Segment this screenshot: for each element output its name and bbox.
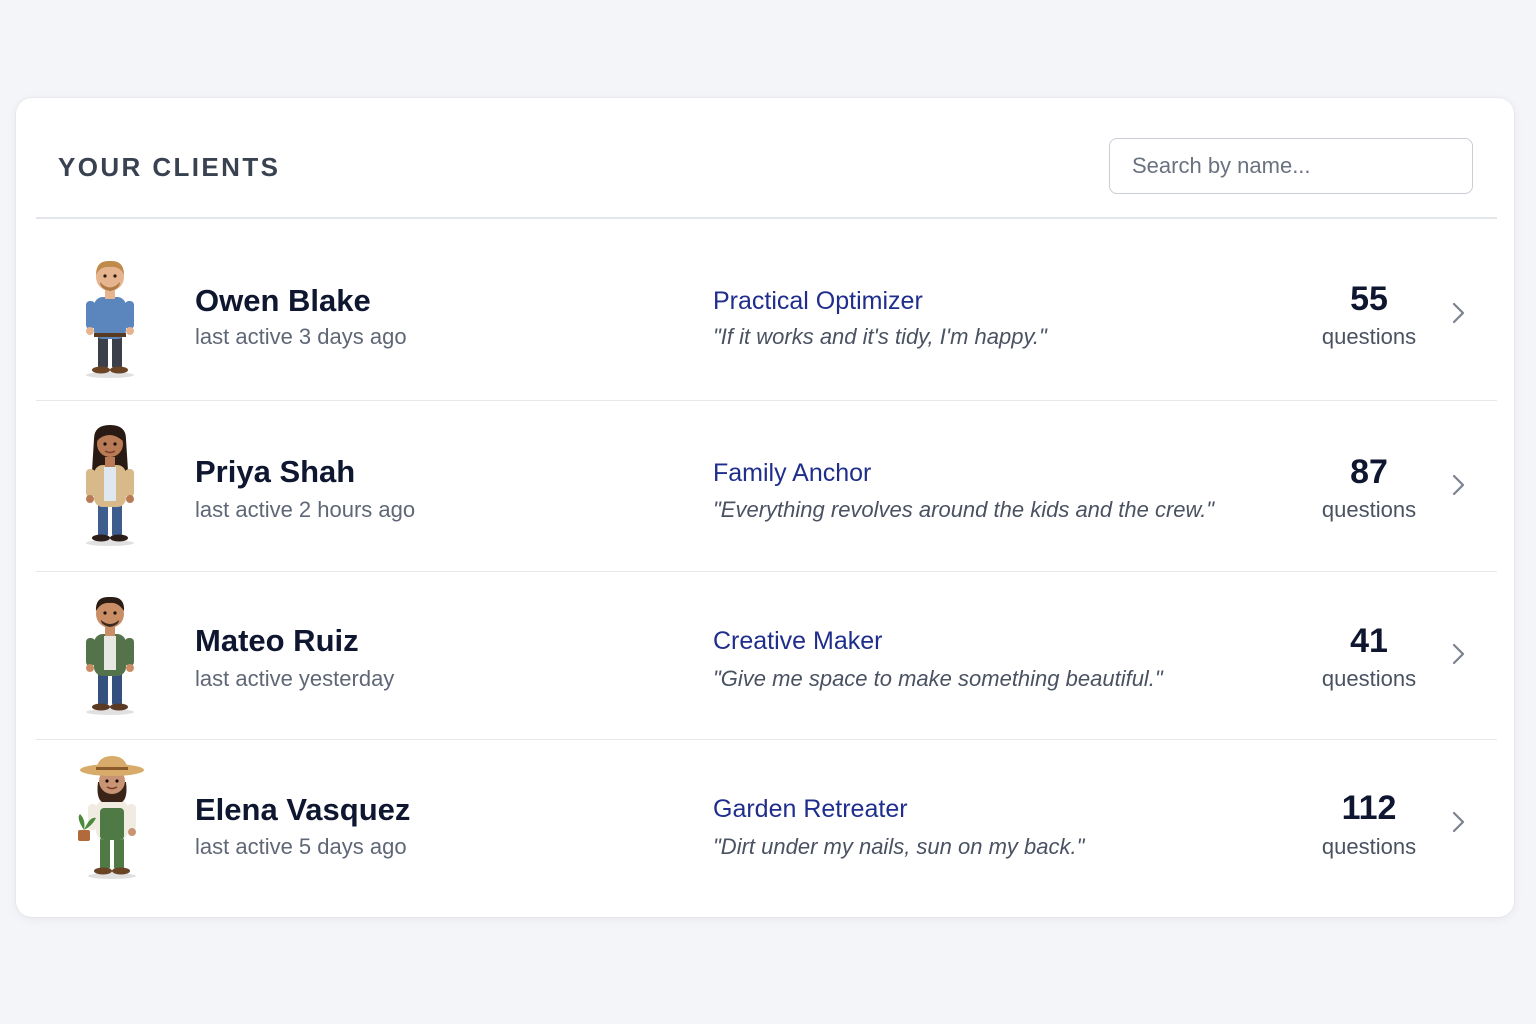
client-name: Mateo Ruiz — [195, 623, 359, 658]
persona-label: Family Anchor — [713, 459, 872, 487]
man-avatar-denim-shirt-icon — [76, 255, 144, 379]
question-count: 41 — [1350, 622, 1388, 660]
last-active-text: last active 3 days ago — [195, 324, 407, 349]
last-active-text: last active 2 hours ago — [195, 497, 416, 522]
card-header: YOUR CLIENTS — [36, 98, 1497, 219]
client-name: Priya Shah — [195, 454, 356, 489]
persona-label: Practical Optimizer — [713, 287, 923, 315]
chevron-right-icon[interactable] — [1446, 810, 1470, 834]
man-avatar-green-shirt-icon — [76, 592, 144, 716]
last-active-text: last active yesterday — [195, 666, 395, 691]
question-count-label: questions — [1321, 497, 1417, 522]
client-row-priya-shah[interactable]: Priya Shah last active 2 hours ago Famil… — [36, 401, 1497, 572]
question-count-label: questions — [1321, 834, 1417, 859]
chevron-right-icon[interactable] — [1446, 473, 1470, 497]
persona-label: Creative Maker — [713, 627, 883, 655]
chevron-right-icon[interactable] — [1446, 301, 1470, 325]
gardener-avatar-straw-hat-icon — [72, 756, 148, 880]
page-title: YOUR CLIENTS — [58, 152, 281, 182]
search-input[interactable] — [1109, 138, 1473, 194]
question-count-label: questions — [1321, 324, 1417, 349]
client-name: Elena Vasquez — [195, 792, 411, 827]
last-active-text: last active 5 days ago — [195, 834, 407, 859]
persona-label: Garden Retreater — [713, 795, 908, 823]
client-name: Owen Blake — [195, 283, 371, 318]
client-row-owen-blake[interactable]: Owen Blake last active 3 days ago Practi… — [36, 219, 1497, 401]
woman-avatar-tan-jacket-icon — [76, 423, 144, 547]
question-count: 55 — [1350, 280, 1388, 318]
clients-card: YOUR CLIENTS Search by name... Owen Blak… — [16, 98, 1514, 917]
question-count-label: questions — [1321, 666, 1417, 691]
persona-quote: "Dirt under my nails, sun on my back." — [713, 834, 1085, 859]
persona-quote: "If it works and it's tidy, I'm happy." — [713, 324, 1047, 349]
chevron-right-icon[interactable] — [1446, 642, 1470, 666]
persona-quote: "Everything revolves around the kids and… — [713, 497, 1215, 522]
question-count: 112 — [1341, 789, 1397, 827]
question-count: 87 — [1350, 453, 1388, 491]
client-row-elena-vasquez[interactable]: Elena Vasquez last active 5 days ago Gar… — [36, 740, 1497, 917]
persona-quote: "Give me space to make something beautif… — [713, 666, 1163, 691]
client-row-mateo-ruiz[interactable]: Mateo Ruiz last active yesterday Creativ… — [36, 572, 1497, 740]
